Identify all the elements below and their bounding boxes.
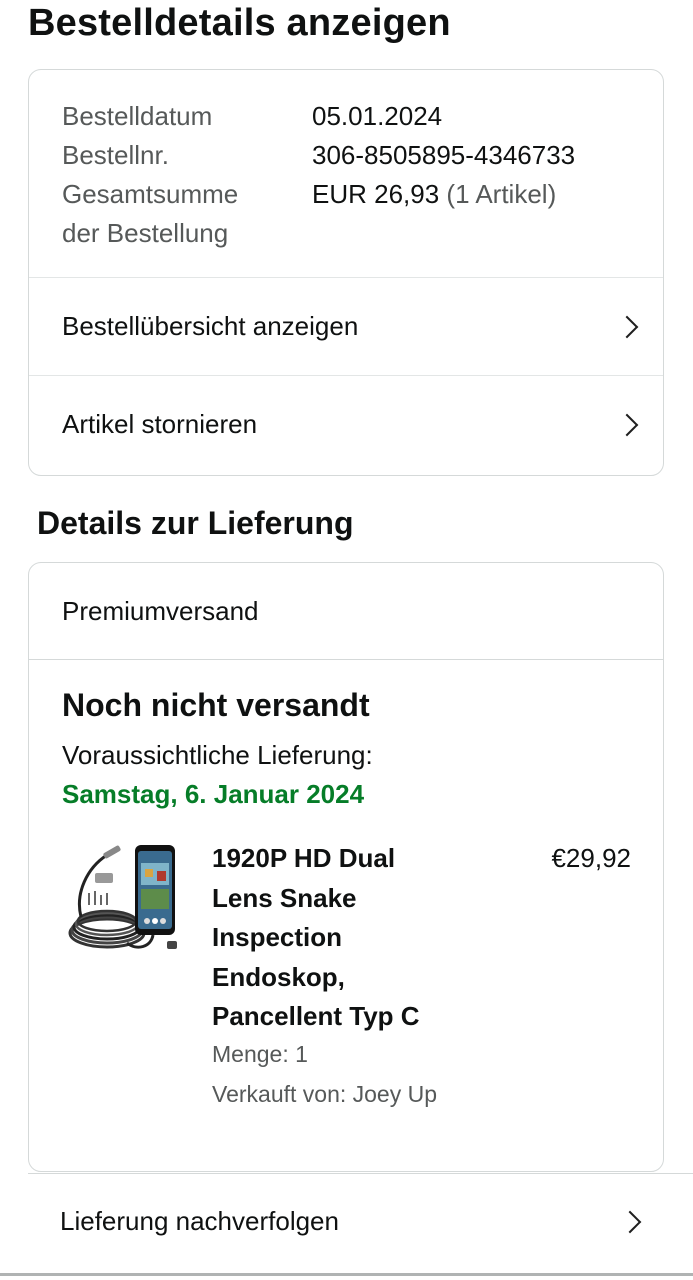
product-title-line: 1920P HD Dual [212, 843, 396, 873]
shipment-status: Noch nicht versandt [62, 687, 370, 723]
delivery-section-title: Details zur Lieferung [37, 505, 354, 541]
shipping-method: Premiumversand [29, 563, 663, 660]
delivery-card: Premiumversand Noch nicht versandt Vorau… [28, 562, 664, 1172]
page-title: Bestelldetails anzeigen [28, 2, 451, 44]
product-seller: Verkauft von: Joey Up [212, 1081, 438, 1107]
estimated-delivery-date: Samstag, 6. Januar 2024 [62, 779, 365, 809]
chevron-right-icon [618, 1210, 642, 1233]
product-price: €29,92 [551, 843, 631, 873]
track-delivery-label: Lieferung nachverfolgen [60, 1206, 339, 1236]
endoscope-product-image[interactable] [67, 843, 179, 963]
order-summary-card: Bestelldatum 05.01.2024 Bestellnr. 306-8… [28, 69, 664, 476]
product-title-line: Pancellent Typ C [212, 1001, 420, 1031]
cancel-items-label: Artikel stornieren [62, 409, 258, 439]
chevron-right-icon [615, 315, 639, 338]
order-total-value: EUR 26,93 (1 Artikel) [312, 175, 556, 214]
order-total-amount: EUR 26,93 [312, 179, 440, 209]
product-title-line: Lens Snake [212, 882, 357, 913]
order-item-count: (1 Artikel) [446, 179, 557, 209]
product-title-line: Endoskop, [212, 961, 345, 992]
track-delivery-button[interactable]: Lieferung nachverfolgen [28, 1173, 693, 1269]
order-number-value: 306-8505895-4346733 [312, 140, 576, 170]
order-details-page: Bestelldetails anzeigen Bestelldatum 05.… [0, 0, 693, 1280]
product-quantity: Menge: 1 [212, 1041, 308, 1067]
chevron-right-icon [615, 413, 639, 436]
order-info: Bestelldatum 05.01.2024 Bestellnr. 306-8… [29, 70, 663, 277]
cancel-items-button[interactable]: Artikel stornieren [29, 375, 663, 473]
order-total-label: Gesamtsumme [62, 179, 239, 209]
product-title-line: Inspection [212, 922, 343, 952]
divider [0, 1273, 693, 1276]
estimated-delivery-label: Voraussichtliche Lieferung: [62, 740, 373, 770]
order-number-label: Bestellnr. [62, 140, 169, 170]
order-date-value: 05.01.2024 [312, 101, 443, 131]
view-order-summary-label: Bestellübersicht anzeigen [62, 311, 359, 341]
order-date-label: Bestelldatum [62, 101, 213, 131]
view-order-summary-button[interactable]: Bestellübersicht anzeigen [29, 277, 663, 375]
product-title[interactable]: 1920P HD Dual Lens Snake Inspection Endo… [212, 839, 472, 1037]
order-total-label-cont: der Bestellung [62, 218, 229, 248]
